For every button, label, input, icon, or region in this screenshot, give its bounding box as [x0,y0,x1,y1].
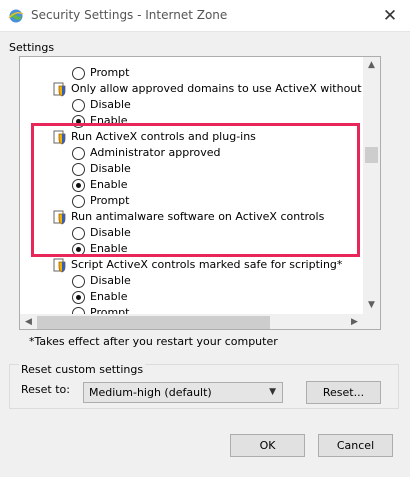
setting-label: Enable [90,114,128,127]
radio-unchecked-icon[interactable] [72,147,85,160]
activex-shield-icon [53,258,66,273]
settings-label: Settings [9,41,55,54]
ie-globe-icon [8,9,24,23]
setting-label: Disable [90,226,131,239]
setting-label: Prompt [90,194,130,207]
reset-button[interactable]: Reset... [306,381,381,404]
title-bar: Security Settings - Internet Zone ✕ [0,0,410,32]
radio-checked-icon[interactable] [72,291,85,304]
settings-rows: Prompt Only allow approved domains to use… [20,57,363,314]
radio-unchecked-icon[interactable] [72,195,85,208]
scroll-up-icon[interactable]: ▲ [363,57,380,74]
scroll-down-icon[interactable]: ▼ [363,297,380,314]
setting-label: Disable [90,98,131,111]
setting-label: Only allow approved domains to use Activ… [71,82,363,95]
vertical-scrollbar[interactable]: ▲ ▼ [363,57,380,314]
setting-label: Enable [90,290,128,303]
radio-unchecked-icon[interactable] [72,227,85,240]
reset-level-value: Medium-high (default) [89,386,212,399]
radio-checked-icon[interactable] [72,115,85,128]
radio-unchecked-icon[interactable] [72,99,85,112]
setting-label: Administrator approved [90,146,221,159]
horizontal-scroll-thumb[interactable] [37,316,270,329]
horizontal-scrollbar[interactable]: ◀ ▶ [20,314,363,329]
reset-to-label: Reset to: [21,383,70,396]
ok-button[interactable]: OK [230,434,305,457]
setting-label: Run antimalware software on ActiveX cont… [71,210,325,223]
radio-unchecked-icon[interactable] [72,67,85,80]
setting-label: Enable [90,242,128,255]
window-title: Security Settings - Internet Zone [31,8,228,22]
vertical-scroll-thumb[interactable] [365,147,378,163]
chevron-down-icon: ▼ [269,387,276,397]
setting-label: Prompt [90,306,130,314]
restart-note: *Takes effect after you restart your com… [29,335,278,348]
cancel-button[interactable]: Cancel [318,434,393,457]
scroll-corner [363,314,380,329]
scroll-right-icon[interactable]: ▶ [346,314,363,329]
radio-checked-icon[interactable] [72,179,85,192]
radio-unchecked-icon[interactable] [72,275,85,288]
setting-label: Prompt [90,66,130,79]
radio-unchecked-icon[interactable] [72,163,85,176]
setting-label: Run ActiveX controls and plug-ins [71,130,256,143]
scroll-left-icon[interactable]: ◀ [20,314,37,329]
setting-label: Script ActiveX controls marked safe for … [71,258,343,271]
radio-unchecked-icon[interactable] [72,307,85,314]
setting-label: Disable [90,162,131,175]
setting-label: Enable [90,178,128,191]
settings-tree[interactable]: Prompt Only allow approved domains to use… [19,56,381,330]
activex-shield-icon [53,82,66,97]
close-icon[interactable]: ✕ [380,6,400,26]
activex-shield-icon [53,130,66,145]
activex-shield-icon [53,210,66,225]
setting-label: Disable [90,274,131,287]
reset-group-title: Reset custom settings [19,363,146,376]
reset-level-select[interactable]: Medium-high (default) ▼ [83,382,283,403]
radio-checked-icon[interactable] [72,243,85,256]
